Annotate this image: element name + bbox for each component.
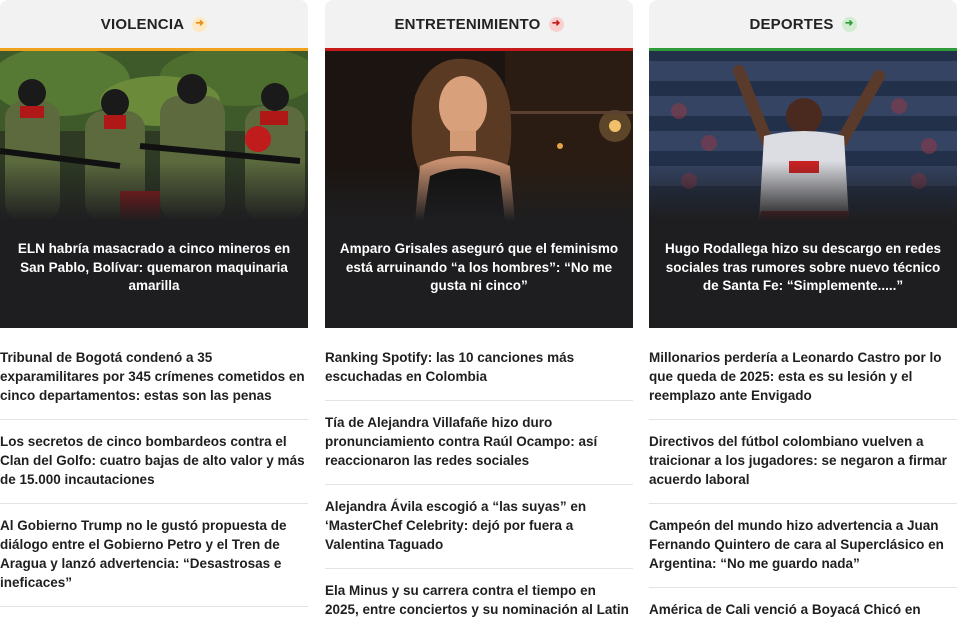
list-item[interactable]: América de Cali venció a Boyacá Chicó en… (649, 587, 957, 622)
image-gradient (649, 161, 957, 221)
section-entretenimiento: ENTRETENIMIENTO ➜ Amparo Grisales asegur… (325, 0, 633, 622)
list-item[interactable]: Tía de Alejandra Villafañe hizo duro pro… (325, 400, 633, 484)
list-item[interactable]: Millonarios perdería a Leonardo Castro p… (649, 336, 957, 419)
section-deportes: DEPORTES ➜ Hugo Rodallega hizo su descar… (649, 0, 957, 622)
section-title: DEPORTES (749, 15, 834, 33)
section-violencia: VIOLENCIA ➜ ELN habría masacrado a cinco… (0, 0, 308, 622)
list-item[interactable]: Directivos del fútbol colombiano vuelven… (649, 419, 957, 503)
featured-article-card[interactable]: Amparo Grisales aseguró que el feminismo… (325, 51, 633, 328)
list-item[interactable]: Alejandra Ávila escogió a “las suyas” en… (325, 484, 633, 568)
featured-headline[interactable]: ELN habría masacrado a cinco mineros en … (14, 240, 294, 296)
list-item[interactable]: Ela Minus y su carrera contra el tiempo … (325, 568, 633, 622)
list-item[interactable]: Campeón del mundo hizo advertencia a Jua… (649, 503, 957, 587)
section-header-entretenimiento[interactable]: ENTRETENIMIENTO ➜ (325, 0, 633, 51)
section-title: VIOLENCIA (100, 15, 185, 33)
section-header-deportes[interactable]: DEPORTES ➜ (649, 0, 957, 51)
arrow-right-circle-icon[interactable]: ➜ (192, 16, 208, 32)
list-item[interactable]: Tribunal de Bogotá condenó a 35 exparami… (0, 336, 308, 419)
arrow-right-circle-icon[interactable]: ➜ (548, 16, 564, 32)
list-item[interactable]: Por desorden de las disidencias de las F… (0, 606, 308, 622)
article-list: Ranking Spotify: las 10 canciones más es… (325, 336, 633, 622)
list-item[interactable]: Ranking Spotify: las 10 canciones más es… (325, 336, 633, 400)
article-list: Millonarios perdería a Leonardo Castro p… (649, 336, 957, 622)
featured-article-card[interactable]: ELN habría masacrado a cinco mineros en … (0, 51, 308, 328)
featured-headline[interactable]: Hugo Rodallega hizo su descargo en redes… (663, 240, 943, 296)
featured-article-card[interactable]: Hugo Rodallega hizo su descargo en redes… (649, 51, 957, 328)
arrow-right-circle-icon[interactable]: ➜ (841, 16, 857, 32)
list-item[interactable]: Los secretos de cinco bombardeos contra … (0, 419, 308, 503)
image-gradient (0, 161, 308, 221)
article-list: Tribunal de Bogotá condenó a 35 exparami… (0, 336, 308, 622)
list-item[interactable]: Al Gobierno Trump no le gustó propuesta … (0, 503, 308, 606)
section-title: ENTRETENIMIENTO (394, 15, 541, 33)
section-header-violencia[interactable]: VIOLENCIA ➜ (0, 0, 308, 51)
featured-headline[interactable]: Amparo Grisales aseguró que el feminismo… (339, 240, 619, 296)
image-gradient (325, 161, 633, 221)
